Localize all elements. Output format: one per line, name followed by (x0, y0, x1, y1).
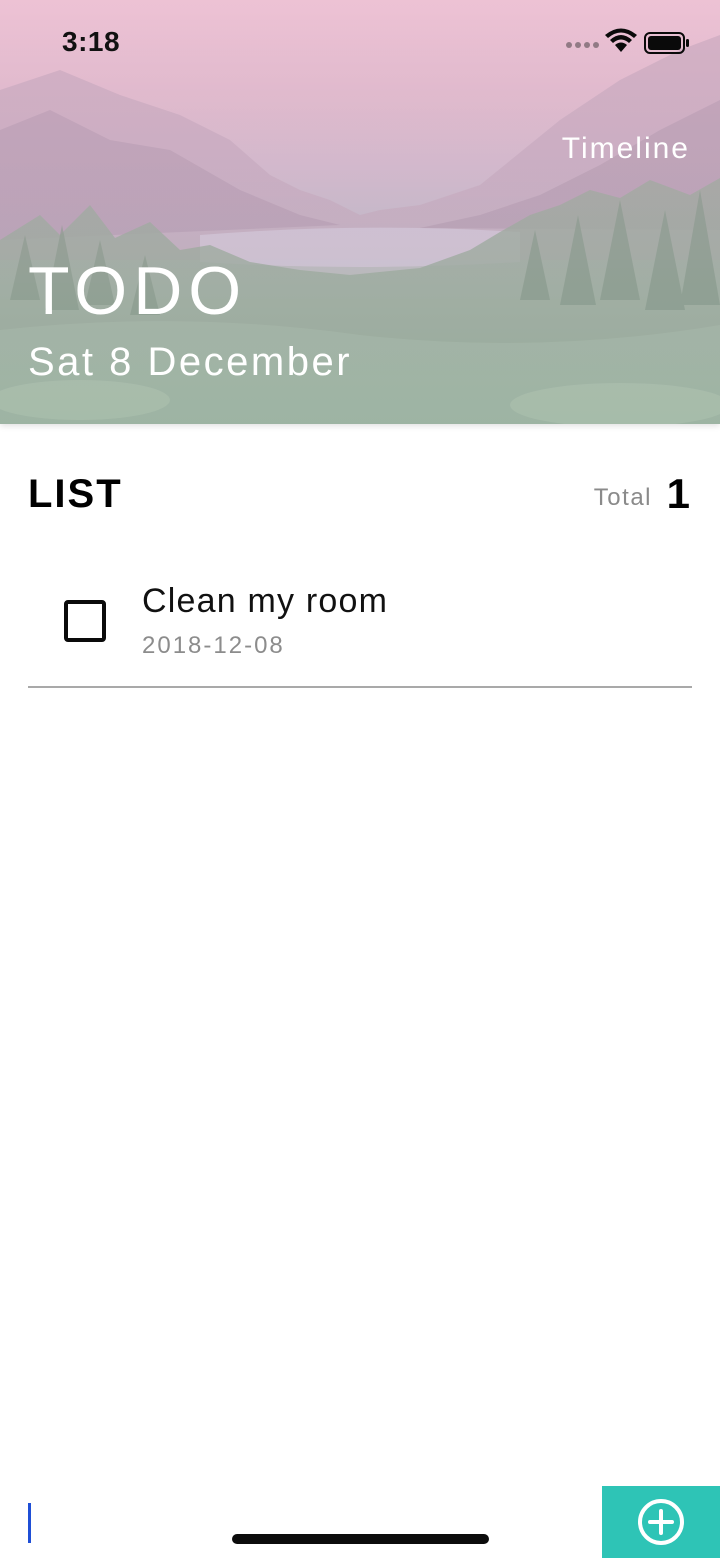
status-bar: 3:18 (0, 0, 720, 88)
total-count: 1 (666, 470, 690, 517)
todo-list-item[interactable]: Clean my room 2018-12-08 (28, 566, 692, 688)
total-label: Total (593, 484, 652, 511)
signal-icon (566, 40, 602, 50)
plus-circle-icon (638, 1499, 684, 1545)
battery-icon (644, 32, 689, 54)
page-title: TODO (28, 253, 248, 329)
todo-title: Clean my room (142, 582, 389, 620)
wifi-icon (605, 28, 637, 52)
add-todo-button[interactable] (602, 1486, 720, 1558)
header-banner: 3:18 Timeline TODO Sat 8 December (0, 0, 720, 424)
todo-date: 2018-12-08 (142, 632, 285, 659)
timeline-link[interactable]: Timeline (562, 132, 690, 166)
list-title: LIST (28, 472, 123, 516)
checkbox-icon[interactable] (64, 600, 106, 642)
status-time: 3:18 (62, 26, 121, 57)
text-cursor (28, 1503, 31, 1543)
list-header: LIST Total 1 (28, 468, 692, 522)
current-date: Sat 8 December (28, 340, 353, 384)
home-indicator (232, 1534, 489, 1544)
